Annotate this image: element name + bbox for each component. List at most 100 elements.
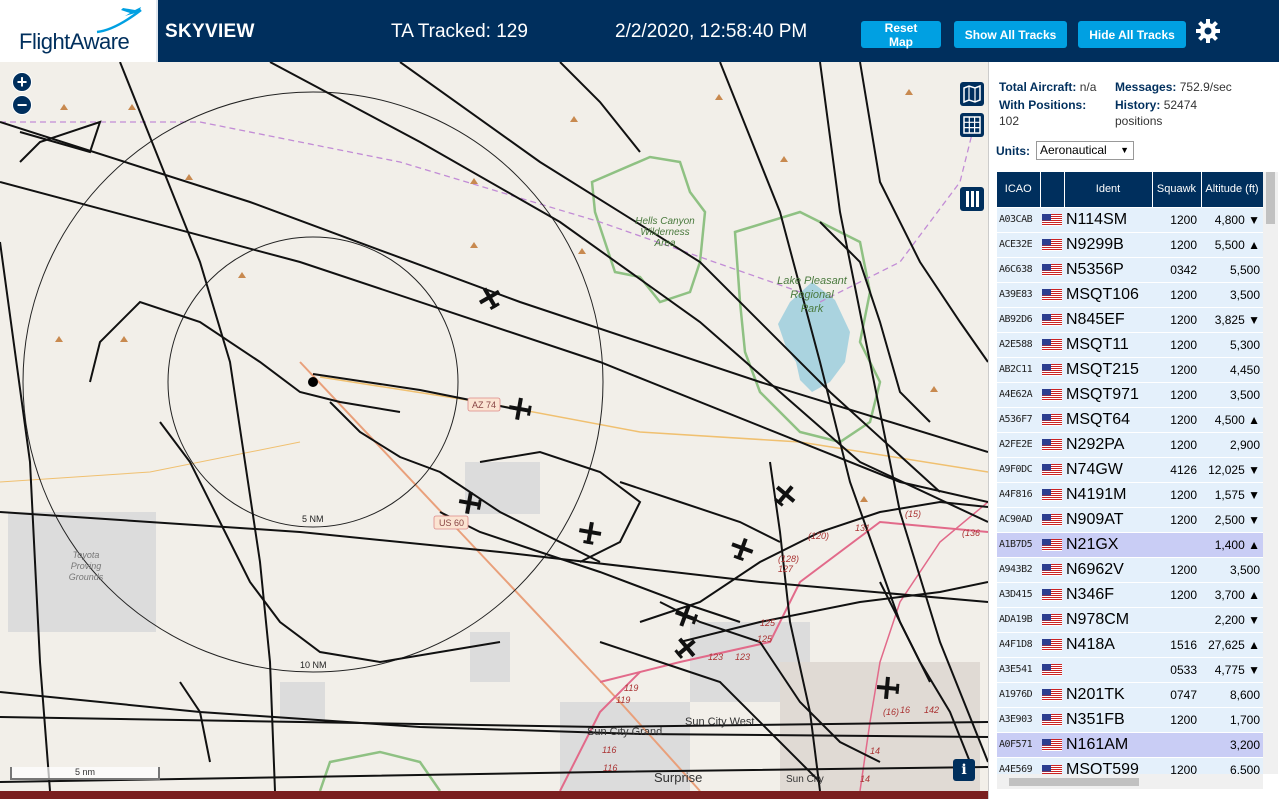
altitude-cell: 3,700 ▲ xyxy=(1201,581,1263,607)
ident-cell: N351FB xyxy=(1064,706,1152,732)
grid-toggle-button[interactable] xyxy=(960,113,984,137)
table-row[interactable]: A39E83 MSQT106 1200 3,500 xyxy=(997,281,1263,307)
urban-areas xyxy=(8,462,980,791)
ident-cell: N21GX xyxy=(1064,531,1152,557)
road-shield-us60: US 60 xyxy=(439,518,464,528)
map-layers-button[interactable] xyxy=(960,82,984,106)
scale-bar: 5 nm xyxy=(10,767,160,780)
icao-cell: A943B2 xyxy=(997,556,1040,582)
squawk-cell: 1200 xyxy=(1152,306,1201,332)
units-select[interactable]: Aeronautical ▼ xyxy=(1036,141,1134,160)
svg-text:Wilderness: Wilderness xyxy=(640,227,689,238)
ident-cell xyxy=(1064,656,1152,682)
table-row[interactable]: A2E588 MSQT11 1200 5,300 xyxy=(997,331,1263,357)
with-positions-stat: With Positions: 102 xyxy=(999,98,1087,128)
icao-cell: AB92D6 xyxy=(997,306,1040,332)
us-flag-icon xyxy=(1040,281,1064,307)
map-canvas[interactable]: 5 NM 10 NM AZ 74 US 60 Hells Canyon Wild… xyxy=(0,62,988,791)
svg-text:123: 123 xyxy=(735,652,750,662)
us-flag-icon xyxy=(1040,406,1064,432)
icao-cell: A3E541 xyxy=(997,656,1040,682)
horizontal-scrollbar[interactable] xyxy=(997,774,1263,789)
table-row[interactable]: ACE32E N9299B 1200 5,500 ▲ xyxy=(997,231,1263,257)
svg-text:(16): (16) xyxy=(883,707,899,717)
table-row[interactable]: A4E569 MSQT599 1200 6,500 xyxy=(997,756,1263,774)
table-row[interactable]: A4E62A MSQT971 1200 3,500 xyxy=(997,381,1263,407)
table-row[interactable]: A0F571 N161AM 3,200 xyxy=(997,731,1263,757)
show-all-tracks-button[interactable]: Show All Tracks xyxy=(954,21,1067,48)
table-row[interactable]: ADA19B N978CM 2,200 ▼ xyxy=(997,606,1263,632)
altitude-cell: 5,500 ▲ xyxy=(1201,231,1263,257)
us-flag-icon xyxy=(1040,356,1064,382)
icao-cell: A4E62A xyxy=(997,381,1040,407)
squawk-cell xyxy=(1152,531,1201,557)
map-view[interactable]: 5 NM 10 NM AZ 74 US 60 Hells Canyon Wild… xyxy=(0,62,988,791)
reset-map-button[interactable]: Reset Map xyxy=(861,21,941,49)
aircraft-icon xyxy=(731,537,754,562)
squawk-cell: 1200 xyxy=(1152,506,1201,532)
svg-text:142: 142 xyxy=(924,705,939,715)
table-row[interactable]: AB2C11 MSQT215 1200 4,450 xyxy=(997,356,1263,382)
scrollbar-thumb[interactable] xyxy=(1266,172,1275,224)
squawk-cell: 1200 xyxy=(1152,706,1201,732)
zoom-in-button[interactable]: + xyxy=(12,72,32,92)
altitude-cell: 4,775 ▼ xyxy=(1201,656,1263,682)
altitude-cell: 3,500 xyxy=(1201,281,1263,307)
svg-text:Regional: Regional xyxy=(790,289,834,301)
table-row[interactable]: A03CAB N114SM 1200 4,800 ▼ xyxy=(997,206,1263,232)
table-row[interactable]: A536F7 MSQT64 1200 4,500 ▲ xyxy=(997,406,1263,432)
icao-cell: AC90AD xyxy=(997,506,1040,532)
scrollbar-thumb[interactable] xyxy=(1009,778,1139,786)
table-row[interactable]: A4F1D8 N418A 1516 27,625 ▲ xyxy=(997,631,1263,657)
icao-cell: A1B7D5 xyxy=(997,531,1040,557)
table-row[interactable]: A9F0DC N74GW 4126 12,025 ▼ xyxy=(997,456,1263,482)
grid-icon xyxy=(963,116,981,134)
vertical-scrollbar[interactable] xyxy=(1263,172,1278,774)
flightaware-logo[interactable]: FlightAware xyxy=(0,0,158,62)
aircraft-icon xyxy=(508,397,532,421)
squawk-cell xyxy=(1152,606,1201,632)
svg-text:119: 119 xyxy=(616,695,630,705)
aircraft-table: ICAO Ident Squawk Altitude (ft) A03CAB N1… xyxy=(997,172,1263,774)
zoom-out-button[interactable]: − xyxy=(12,95,32,115)
altitude-cell: 3,825 ▼ xyxy=(1201,306,1263,332)
gear-icon[interactable] xyxy=(1195,18,1221,44)
toggle-columns-button[interactable] xyxy=(960,187,984,211)
svg-text:Proving: Proving xyxy=(71,561,102,571)
table-row[interactable]: A6C638 N5356P 0342 5,500 xyxy=(997,256,1263,282)
svg-text:Hells Canyon: Hells Canyon xyxy=(635,216,695,227)
info-button[interactable]: i xyxy=(953,759,975,781)
col-squawk[interactable]: Squawk xyxy=(1152,172,1202,207)
col-altitude[interactable]: Altitude (ft) xyxy=(1201,172,1263,207)
ident-cell: N909AT xyxy=(1064,506,1152,532)
table-row[interactable]: A3E541 0533 4,775 ▼ xyxy=(997,656,1263,682)
squawk-cell: 0533 xyxy=(1152,656,1201,682)
us-flag-icon xyxy=(1040,381,1064,407)
table-row[interactable]: A3E903 N351FB 1200 1,700 xyxy=(997,706,1263,732)
altitude-cell: 2,500 ▼ xyxy=(1201,506,1263,532)
altitude-cell: 12,025 ▼ xyxy=(1201,456,1263,482)
table-row[interactable]: A4F816 N4191M 1200 1,575 ▼ xyxy=(997,481,1263,507)
table-row[interactable]: A2FE2E N292PA 1200 2,900 xyxy=(997,431,1263,457)
dropdown-arrow-icon: ▼ xyxy=(1120,145,1129,155)
altitude-cell: 5,500 xyxy=(1201,256,1263,282)
table-row[interactable]: A1976D N201TK 0747 8,600 xyxy=(997,681,1263,707)
altitude-cell: 27,625 ▲ xyxy=(1201,631,1263,657)
altitude-cell: 5,300 xyxy=(1201,331,1263,357)
svg-text:(15): (15) xyxy=(905,509,921,519)
col-ident[interactable]: Ident xyxy=(1064,172,1153,207)
squawk-cell: 4126 xyxy=(1152,456,1201,482)
table-row[interactable]: A3D415 N346F 1200 3,700 ▲ xyxy=(997,581,1263,607)
table-row[interactable]: AC90AD N909AT 1200 2,500 ▼ xyxy=(997,506,1263,532)
table-row[interactable]: A1B7D5 N21GX 1,400 ▲ xyxy=(997,531,1263,557)
col-icao[interactable]: ICAO xyxy=(997,172,1041,207)
table-row[interactable]: A943B2 N6962V 1200 3,500 xyxy=(997,556,1263,582)
altitude-cell: 4,800 ▼ xyxy=(1201,206,1263,232)
table-row[interactable]: AB92D6 N845EF 1200 3,825 ▼ xyxy=(997,306,1263,332)
aircraft-table-container[interactable]: ICAO Ident Squawk Altitude (ft) A03CAB N1… xyxy=(997,172,1263,774)
col-flag[interactable] xyxy=(1040,172,1065,207)
altitude-cell: 3,500 xyxy=(1201,381,1263,407)
hide-all-tracks-button[interactable]: Hide All Tracks xyxy=(1078,21,1186,48)
svg-text:(120): (120) xyxy=(808,531,829,541)
columns-icon xyxy=(966,191,979,207)
